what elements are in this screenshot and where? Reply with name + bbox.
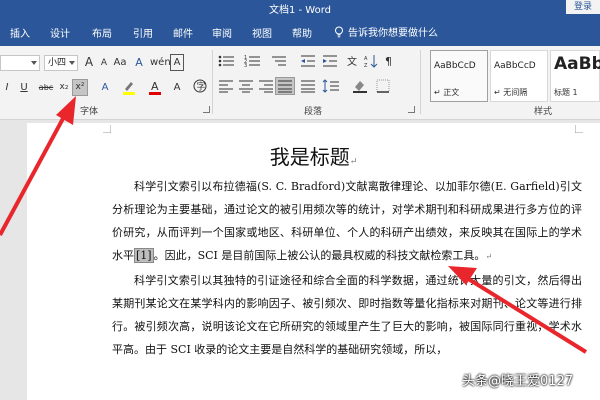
text-effects-button[interactable]: A [98,79,112,96]
styles-group-label: 样式 [534,107,553,117]
bullets-icon[interactable] [218,54,236,68]
svg-text:3: 3 [244,63,247,68]
font-color-icon: A [149,80,161,95]
shrink-font-button[interactable]: A [98,55,110,72]
italic-button[interactable]: I [2,79,12,96]
line-spacing-icon[interactable] [322,79,340,93]
font-group-label: 字体 [80,107,99,117]
justify-button[interactable] [275,77,295,95]
decrease-indent-icon[interactable] [300,54,316,68]
change-case-button[interactable]: Aa [113,54,127,71]
font-color-button[interactable]: A [146,79,164,96]
svg-text:A: A [151,80,159,93]
shading-icon[interactable] [352,79,368,93]
tell-me-label: 告诉我你想要做什么 [348,28,438,39]
svg-text:字: 字 [197,81,206,93]
show-formatting-icon[interactable]: ¶ [384,54,396,68]
svg-text:A: A [364,56,368,62]
title-bar: 文档1 - Word 登录 [0,0,600,16]
sort-icon[interactable]: AZ [364,54,378,68]
tab-view[interactable]: 视图 [252,25,272,40]
ribbon-tabs: 插入 设计 布局 引用 邮件 审阅 视图 帮助 告诉我你想要做什么 [0,16,600,46]
document-title[interactable]: 我是标题↵ [27,141,600,170]
font-dialog-launcher[interactable] [203,106,210,113]
numbering-icon[interactable]: 123 [244,54,262,68]
watermark: 头条@晓王爱0127 [462,374,574,389]
font-name-combo[interactable] [0,55,40,71]
phonetic-guide-button[interactable]: wén [150,54,171,71]
char-border-button[interactable]: A [170,54,184,71]
tab-review[interactable]: 审阅 [212,25,232,40]
tab-layout[interactable]: 布局 [92,25,112,40]
font-size-combo[interactable]: 小四 [44,55,78,71]
group-separator [212,50,213,114]
grow-font-button[interactable]: A [82,54,96,71]
group-separator [420,50,421,114]
tab-insert[interactable]: 插入 [10,25,30,40]
enclose-char-icon: 字 [193,79,207,93]
style-no-spacing[interactable]: AaBbCcD ↵ 无间隔 [490,50,548,102]
svg-text:文: 文 [347,55,357,68]
style-sample: AaBb [554,54,600,74]
align-center-icon[interactable] [238,79,254,93]
multilevel-list-icon[interactable] [270,54,288,68]
svg-text:Z: Z [364,63,368,68]
style-name: ↵ 正文 [434,88,460,97]
justify-icon [278,80,292,93]
paragraph-2[interactable]: 科学引文索引以其独特的引证途径和综合全面的科学数据，通过统计大量的引文，然后得出… [112,269,582,361]
tell-me-search[interactable]: 告诉我你想要做什么 [334,24,438,39]
style-sample: AaBbCcD [494,61,536,71]
borders-icon[interactable] [376,79,390,93]
font-size-value: 小四 [48,58,67,68]
style-normal[interactable]: AaBbCcD ↵ 正文 [430,50,488,102]
highlighter-icon [123,82,135,95]
tab-references[interactable]: 引用 [133,25,153,40]
distributed-icon[interactable] [300,79,316,93]
sign-in-button[interactable]: 登录 [566,0,600,14]
subscript-button[interactable]: x₂ [57,79,71,96]
superscript-button[interactable]: x² [72,79,88,96]
margin-corner-mark [575,125,583,133]
tab-help[interactable]: 帮助 [292,25,312,40]
lightbulb-icon [335,26,343,37]
style-sample: AaBbCcD [434,61,476,71]
char-shading-button[interactable]: A [170,79,184,96]
paragraph-1[interactable]: 科学引文索引以布拉德福(S. C. Bradford)文献离散律理论、以加菲尔德… [112,175,582,268]
document-page[interactable]: 我是标题↵ 科学引文索引以布拉德福(S. C. Bradford)文献离散律理论… [27,123,600,400]
citation-superscript[interactable]: [1] [134,248,154,263]
clear-format-button[interactable]: A [132,54,146,71]
style-heading-1[interactable]: AaBb 标题 1 [550,50,600,102]
underline-button[interactable]: U [18,79,30,96]
enclose-char-button[interactable]: 字 [193,79,207,96]
ribbon-home: 小四 A A Aa A wén A I U abc x₂ x² A A A 字 … [0,46,600,120]
paragraph-dialog-launcher[interactable] [408,106,415,113]
window-title: 文档1 - Word [268,5,332,16]
style-name: ↵ 无间隔 [494,88,528,97]
highlight-button[interactable] [120,79,138,96]
tab-mailings[interactable]: 邮件 [173,25,193,40]
increase-indent-icon[interactable] [322,54,338,68]
paragraph-group-label: 段落 [304,107,323,117]
align-left-icon[interactable] [218,79,234,93]
margin-corner-mark [103,125,111,133]
align-right-icon[interactable] [258,79,274,93]
chinese-layout-icon[interactable]: 文 [346,54,360,68]
style-name: 标题 1 [554,88,578,97]
document-area: 我是标题↵ 科学引文索引以布拉德福(S. C. Bradford)文献离散律理论… [0,121,600,400]
strikethrough-button[interactable]: abc [37,79,55,96]
tab-design[interactable]: 设计 [50,25,70,40]
svg-text:¶: ¶ [385,55,392,68]
styles-gallery: AaBbCcD ↵ 正文 AaBbCcD ↵ 无间隔 AaBb 标题 1 [430,50,600,102]
